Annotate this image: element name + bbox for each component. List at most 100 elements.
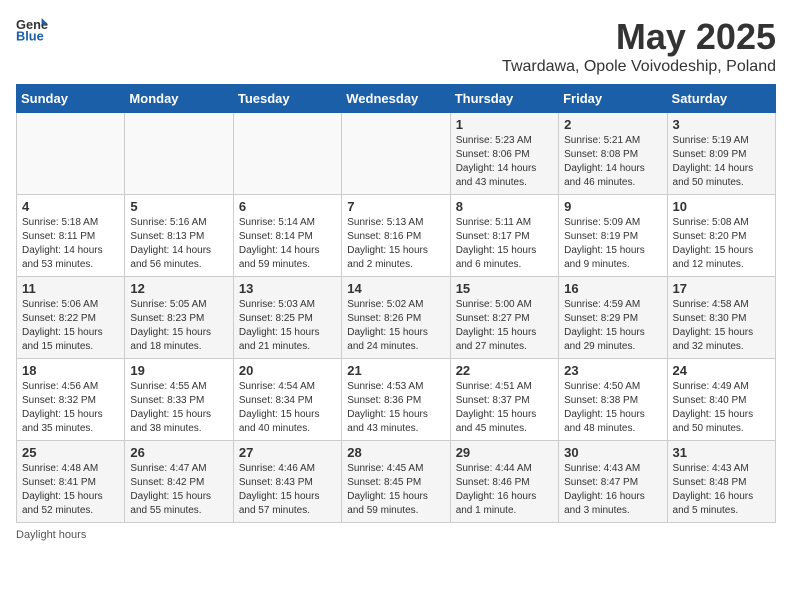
calendar-cell [233, 113, 341, 195]
header-day-friday: Friday [559, 85, 667, 113]
calendar-cell: 19 Sunrise: 4:55 AM Sunset: 8:33 PM Dayli… [125, 359, 233, 441]
day-number: 28 [347, 445, 444, 460]
calendar-cell: 31 Sunrise: 4:43 AM Sunset: 8:48 PM Dayli… [667, 441, 775, 523]
day-number: 27 [239, 445, 336, 460]
calendar-cell: 30Sunrise: 4:43 AM Sunset: 8:47 PM Dayli… [559, 441, 667, 523]
day-number: 24 [673, 363, 770, 378]
day-info: Sunrise: 5:06 AM Sunset: 8:22 PM Dayligh… [22, 298, 119, 354]
day-number: 25 [22, 445, 119, 460]
day-info: Sunrise: 5:21 AM Sunset: 8:08 PM Dayligh… [564, 134, 661, 190]
day-info: Sunrise: 5:14 AM Sunset: 8:14 PM Dayligh… [239, 216, 336, 272]
calendar-cell: 23Sunrise: 4:50 AM Sunset: 8:38 PM Dayli… [559, 359, 667, 441]
calendar-cell: 16 Sunrise: 4:59 AM Sunset: 8:29 PM Dayli… [559, 277, 667, 359]
day-info: Sunrise: 5:13 AM Sunset: 8:16 PM Dayligh… [347, 216, 444, 272]
calendar-cell: 29 Sunrise: 4:44 AM Sunset: 8:46 PM Dayli… [450, 441, 558, 523]
calendar-cell: 9 Sunrise: 5:09 AM Sunset: 8:19 PM Daylig… [559, 195, 667, 277]
calendar-cell: 18Sunrise: 4:56 AM Sunset: 8:32 PM Dayli… [17, 359, 125, 441]
calendar-cell: 8Sunrise: 5:11 AM Sunset: 8:17 PM Daylig… [450, 195, 558, 277]
day-number: 8 [456, 199, 553, 214]
location-title: Twardawa, Opole Voivodeship, Poland [502, 58, 776, 76]
calendar-cell: 24 Sunrise: 4:49 AM Sunset: 8:40 PM Dayli… [667, 359, 775, 441]
day-info: Sunrise: 4:56 AM Sunset: 8:32 PM Dayligh… [22, 380, 119, 436]
day-number: 3 [673, 117, 770, 132]
day-info: Sunrise: 5:16 AM Sunset: 8:13 PM Dayligh… [130, 216, 227, 272]
day-number: 7 [347, 199, 444, 214]
day-number: 10 [673, 199, 770, 214]
calendar-cell [342, 113, 450, 195]
day-number: 16 [564, 281, 661, 296]
header-day-tuesday: Tuesday [233, 85, 341, 113]
calendar-cell: 4Sunrise: 5:18 AM Sunset: 8:11 PM Daylig… [17, 195, 125, 277]
day-info: Sunrise: 4:45 AM Sunset: 8:45 PM Dayligh… [347, 462, 444, 518]
day-number: 26 [130, 445, 227, 460]
svg-text:Blue: Blue [16, 28, 44, 43]
week-row-4: 18Sunrise: 4:56 AM Sunset: 8:32 PM Dayli… [17, 359, 776, 441]
day-info: Sunrise: 4:44 AM Sunset: 8:46 PM Dayligh… [456, 462, 553, 518]
day-info: Sunrise: 5:03 AM Sunset: 8:25 PM Dayligh… [239, 298, 336, 354]
calendar-cell: 25 Sunrise: 4:48 AM Sunset: 8:41 PM Dayli… [17, 441, 125, 523]
footer-note: Daylight hours [16, 529, 776, 541]
day-number: 17 [673, 281, 770, 296]
calendar-cell: 20Sunrise: 4:54 AM Sunset: 8:34 PM Dayli… [233, 359, 341, 441]
calendar-cell: 13Sunrise: 5:03 AM Sunset: 8:25 PM Dayli… [233, 277, 341, 359]
day-info: Sunrise: 4:51 AM Sunset: 8:37 PM Dayligh… [456, 380, 553, 436]
day-number: 9 [564, 199, 661, 214]
day-number: 12 [130, 281, 227, 296]
day-info: Sunrise: 5:09 AM Sunset: 8:19 PM Dayligh… [564, 216, 661, 272]
calendar-cell: 1 Sunrise: 5:23 AM Sunset: 8:06 PM Daylig… [450, 113, 558, 195]
day-number: 11 [22, 281, 119, 296]
day-info: Sunrise: 5:05 AM Sunset: 8:23 PM Dayligh… [130, 298, 227, 354]
day-info: Sunrise: 4:55 AM Sunset: 8:33 PM Dayligh… [130, 380, 227, 436]
day-number: 21 [347, 363, 444, 378]
header-day-sunday: Sunday [17, 85, 125, 113]
day-info: Sunrise: 4:58 AM Sunset: 8:30 PM Dayligh… [673, 298, 770, 354]
day-number: 1 [456, 117, 553, 132]
calendar-cell: 26 Sunrise: 4:47 AM Sunset: 8:42 PM Dayli… [125, 441, 233, 523]
day-info: Sunrise: 5:19 AM Sunset: 8:09 PM Dayligh… [673, 134, 770, 190]
header-row: SundayMondayTuesdayWednesdayThursdayFrid… [17, 85, 776, 113]
day-info: Sunrise: 4:48 AM Sunset: 8:41 PM Dayligh… [22, 462, 119, 518]
day-number: 20 [239, 363, 336, 378]
day-number: 22 [456, 363, 553, 378]
calendar-cell: 11 Sunrise: 5:06 AM Sunset: 8:22 PM Dayli… [17, 277, 125, 359]
day-info: Sunrise: 4:53 AM Sunset: 8:36 PM Dayligh… [347, 380, 444, 436]
day-number: 5 [130, 199, 227, 214]
day-info: Sunrise: 5:23 AM Sunset: 8:06 PM Dayligh… [456, 134, 553, 190]
week-row-1: 1 Sunrise: 5:23 AM Sunset: 8:06 PM Daylig… [17, 113, 776, 195]
logo-icon: General Blue [16, 16, 48, 44]
day-number: 6 [239, 199, 336, 214]
day-info: Sunrise: 5:18 AM Sunset: 8:11 PM Dayligh… [22, 216, 119, 272]
calendar-cell: 17 Sunrise: 4:58 AM Sunset: 8:30 PM Dayli… [667, 277, 775, 359]
day-info: Sunrise: 4:47 AM Sunset: 8:42 PM Dayligh… [130, 462, 227, 518]
day-number: 2 [564, 117, 661, 132]
day-number: 14 [347, 281, 444, 296]
week-row-3: 11 Sunrise: 5:06 AM Sunset: 8:22 PM Dayli… [17, 277, 776, 359]
day-number: 19 [130, 363, 227, 378]
calendar-cell: 7 Sunrise: 5:13 AM Sunset: 8:16 PM Daylig… [342, 195, 450, 277]
day-info: Sunrise: 4:46 AM Sunset: 8:43 PM Dayligh… [239, 462, 336, 518]
calendar-table: SundayMondayTuesdayWednesdayThursdayFrid… [16, 84, 776, 523]
header-day-thursday: Thursday [450, 85, 558, 113]
day-number: 30 [564, 445, 661, 460]
calendar-cell [17, 113, 125, 195]
day-info: Sunrise: 4:50 AM Sunset: 8:38 PM Dayligh… [564, 380, 661, 436]
day-number: 15 [456, 281, 553, 296]
calendar-cell: 15Sunrise: 5:00 AM Sunset: 8:27 PM Dayli… [450, 277, 558, 359]
header-day-wednesday: Wednesday [342, 85, 450, 113]
calendar-cell: 22 Sunrise: 4:51 AM Sunset: 8:37 PM Dayli… [450, 359, 558, 441]
day-info: Sunrise: 4:49 AM Sunset: 8:40 PM Dayligh… [673, 380, 770, 436]
month-title: May 2025 [502, 16, 776, 58]
day-info: Sunrise: 4:59 AM Sunset: 8:29 PM Dayligh… [564, 298, 661, 354]
calendar-cell: 21 Sunrise: 4:53 AM Sunset: 8:36 PM Dayli… [342, 359, 450, 441]
calendar-cell [125, 113, 233, 195]
header-day-monday: Monday [125, 85, 233, 113]
day-info: Sunrise: 4:43 AM Sunset: 8:48 PM Dayligh… [673, 462, 770, 518]
calendar-cell: 3 Sunrise: 5:19 AM Sunset: 8:09 PM Daylig… [667, 113, 775, 195]
calendar-cell: 5 Sunrise: 5:16 AM Sunset: 8:13 PM Daylig… [125, 195, 233, 277]
logo: General Blue [16, 16, 48, 44]
calendar-cell: 27 Sunrise: 4:46 AM Sunset: 8:43 PM Dayli… [233, 441, 341, 523]
week-row-2: 4Sunrise: 5:18 AM Sunset: 8:11 PM Daylig… [17, 195, 776, 277]
day-number: 31 [673, 445, 770, 460]
day-number: 29 [456, 445, 553, 460]
calendar-cell: 10Sunrise: 5:08 AM Sunset: 8:20 PM Dayli… [667, 195, 775, 277]
